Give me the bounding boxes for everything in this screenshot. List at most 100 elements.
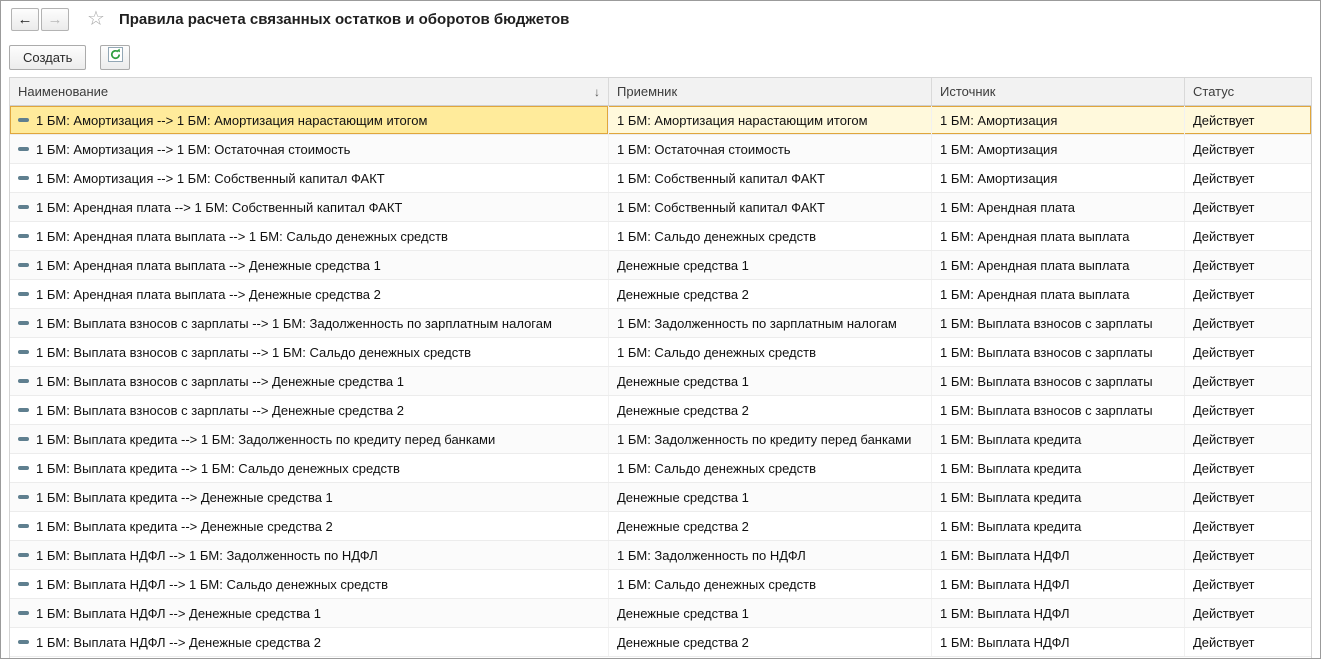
cell-name[interactable]: 1 БМ: Арендная плата выплата --> Денежны… [10, 280, 609, 308]
table-row[interactable]: 1 БМ: Выплата кредита --> Денежные средс… [10, 512, 1311, 541]
cell-receiver[interactable]: 1 БМ: Задолженность по зарплатным налога… [609, 309, 932, 337]
table-row[interactable]: 1 БМ: Амортизация --> 1 БМ: Собственный … [10, 164, 1311, 193]
column-header-status[interactable]: Статус [1185, 78, 1311, 105]
cell-status[interactable]: Действует [1185, 135, 1311, 163]
cell-name[interactable]: 1 БМ: Амортизация --> 1 БМ: Собственный … [10, 164, 609, 192]
cell-status[interactable]: Действует [1185, 512, 1311, 540]
cell-receiver[interactable]: 1 БМ: Амортизация нарастающим итогом [609, 106, 932, 134]
cell-name[interactable]: 1 БМ: Амортизация --> 1 БМ: Остаточная с… [10, 135, 609, 163]
table-row[interactable]: 1 БМ: Выплата кредита --> Денежные средс… [10, 483, 1311, 512]
cell-name[interactable]: 1 БМ: Выплата НДФЛ --> Денежные средства… [10, 628, 609, 656]
cell-source[interactable]: 1 БМ: Выплата НДФЛ [932, 599, 1185, 627]
column-header-source[interactable]: Источник [932, 78, 1185, 105]
favorite-star-icon[interactable]: ☆ [87, 9, 105, 29]
cell-source[interactable]: 1 БМ: Выплата НДФЛ [932, 541, 1185, 569]
cell-status[interactable]: Действует [1185, 222, 1311, 250]
table-row[interactable]: 1 БМ: Выплата НДФЛ --> Денежные средства… [10, 628, 1311, 657]
cell-source[interactable]: 1 БМ: Арендная плата [932, 193, 1185, 221]
table-row[interactable]: 1 БМ: Арендная плата --> 1 БМ: Собственн… [10, 193, 1311, 222]
cell-status[interactable]: Действует [1185, 309, 1311, 337]
cell-source[interactable]: 1 БМ: Выплата взносов с зарплаты [932, 309, 1185, 337]
cell-receiver[interactable]: 1 БМ: Остаточная стоимость [609, 135, 932, 163]
cell-status[interactable]: Действует [1185, 251, 1311, 279]
cell-status[interactable]: Действует [1185, 367, 1311, 395]
cell-status[interactable]: Действует [1185, 628, 1311, 656]
table-row[interactable]: 1 БМ: Амортизация --> 1 БМ: Амортизация … [10, 106, 1311, 135]
cell-receiver[interactable]: Денежные средства 1 [609, 251, 932, 279]
cell-name[interactable]: 1 БМ: Арендная плата выплата --> Денежны… [10, 251, 609, 279]
cell-source[interactable]: 1 БМ: Выплата кредита [932, 512, 1185, 540]
table-row[interactable]: 1 БМ: Арендная плата выплата --> Денежны… [10, 280, 1311, 309]
cell-status[interactable]: Действует [1185, 570, 1311, 598]
cell-status[interactable]: Действует [1185, 599, 1311, 627]
table-row[interactable]: 1 БМ: Выплата кредита --> 1 БМ: Задолжен… [10, 425, 1311, 454]
table-row[interactable]: 1 БМ: Выплата НДФЛ --> 1 БМ: Сальдо дене… [10, 570, 1311, 599]
cell-receiver[interactable]: 1 БМ: Сальдо денежных средств [609, 222, 932, 250]
table-row[interactable]: 1 БМ: Выплата взносов с зарплаты --> Ден… [10, 367, 1311, 396]
cell-name[interactable]: 1 БМ: Выплата взносов с зарплаты --> Ден… [10, 367, 609, 395]
cell-name[interactable]: 1 БМ: Выплата кредита --> 1 БМ: Задолжен… [10, 425, 609, 453]
cell-name[interactable]: 1 БМ: Амортизация --> 1 БМ: Амортизация … [10, 106, 609, 134]
table-row[interactable]: 1 БМ: Амортизация --> 1 БМ: Остаточная с… [10, 135, 1311, 164]
cell-receiver[interactable]: 1 БМ: Собственный капитал ФАКТ [609, 164, 932, 192]
cell-name[interactable]: 1 БМ: Выплата кредита --> Денежные средс… [10, 512, 609, 540]
column-header-receiver[interactable]: Приемник [609, 78, 932, 105]
cell-receiver[interactable]: Денежные средства 2 [609, 512, 932, 540]
cell-receiver[interactable]: Денежные средства 1 [609, 367, 932, 395]
cell-source[interactable]: 1 БМ: Выплата кредита [932, 454, 1185, 482]
cell-name[interactable]: 1 БМ: Выплата НДФЛ --> 1 БМ: Задолженнос… [10, 541, 609, 569]
cell-status[interactable]: Действует [1185, 106, 1311, 134]
cell-source[interactable]: 1 БМ: Арендная плата выплата [932, 251, 1185, 279]
table-row[interactable]: 1 БМ: Арендная плата выплата --> Денежны… [10, 251, 1311, 280]
cell-receiver[interactable]: 1 БМ: Сальдо денежных средств [609, 570, 932, 598]
cell-source[interactable]: 1 БМ: Выплата кредита [932, 483, 1185, 511]
table-row[interactable]: 1 БМ: Выплата взносов с зарплаты --> 1 Б… [10, 309, 1311, 338]
cell-receiver[interactable]: 1 БМ: Собственный капитал ФАКТ [609, 193, 932, 221]
cell-name[interactable]: 1 БМ: Выплата кредита --> 1 БМ: Сальдо д… [10, 454, 609, 482]
cell-source[interactable]: 1 БМ: Выплата НДФЛ [932, 570, 1185, 598]
cell-source[interactable]: 1 БМ: Выплата кредита [932, 425, 1185, 453]
cell-receiver[interactable]: Денежные средства 2 [609, 396, 932, 424]
cell-receiver[interactable]: 1 БМ: Сальдо денежных средств [609, 338, 932, 366]
cell-source[interactable]: 1 БМ: Выплата взносов с зарплаты [932, 396, 1185, 424]
cell-name[interactable]: 1 БМ: Выплата взносов с зарплаты --> 1 Б… [10, 309, 609, 337]
column-header-name[interactable]: Наименование ↓ [10, 78, 609, 105]
cell-status[interactable]: Действует [1185, 193, 1311, 221]
back-button[interactable]: ← [11, 8, 39, 31]
forward-button[interactable]: → [41, 8, 69, 31]
cell-name[interactable]: 1 БМ: Арендная плата выплата --> 1 БМ: С… [10, 222, 609, 250]
cell-status[interactable]: Действует [1185, 164, 1311, 192]
refresh-list-button[interactable] [100, 45, 130, 70]
cell-name[interactable]: 1 БМ: Выплата НДФЛ --> 1 БМ: Сальдо дене… [10, 570, 609, 598]
cell-name[interactable]: 1 БМ: Выплата НДФЛ --> Денежные средства… [10, 599, 609, 627]
cell-name[interactable]: 1 БМ: Арендная плата --> 1 БМ: Собственн… [10, 193, 609, 221]
cell-source[interactable]: 1 БМ: Арендная плата выплата [932, 280, 1185, 308]
cell-source[interactable]: 1 БМ: Выплата НДФЛ [932, 628, 1185, 656]
table-row[interactable]: 1 БМ: Арендная плата выплата --> 1 БМ: С… [10, 222, 1311, 251]
table-row[interactable]: 1 БМ: Выплата кредита --> 1 БМ: Сальдо д… [10, 454, 1311, 483]
cell-source[interactable]: 1 БМ: Выплата взносов с зарплаты [932, 367, 1185, 395]
cell-status[interactable]: Действует [1185, 483, 1311, 511]
cell-status[interactable]: Действует [1185, 338, 1311, 366]
table-row[interactable]: 1 БМ: Выплата взносов с зарплаты --> Ден… [10, 396, 1311, 425]
cell-name[interactable]: 1 БМ: Выплата кредита --> Денежные средс… [10, 483, 609, 511]
cell-status[interactable]: Действует [1185, 280, 1311, 308]
table-row[interactable]: 1 БМ: Выплата НДФЛ --> 1 БМ: Задолженнос… [10, 541, 1311, 570]
cell-receiver[interactable]: Денежные средства 2 [609, 628, 932, 656]
cell-receiver[interactable]: Денежные средства 1 [609, 483, 932, 511]
cell-receiver[interactable]: Денежные средства 1 [609, 599, 932, 627]
table-row[interactable]: 1 БМ: Выплата взносов с зарплаты --> 1 Б… [10, 338, 1311, 367]
cell-receiver[interactable]: 1 БМ: Задолженность по НДФЛ [609, 541, 932, 569]
cell-source[interactable]: 1 БМ: Арендная плата выплата [932, 222, 1185, 250]
cell-status[interactable]: Действует [1185, 425, 1311, 453]
cell-source[interactable]: 1 БМ: Амортизация [932, 135, 1185, 163]
cell-name[interactable]: 1 БМ: Выплата взносов с зарплаты --> 1 Б… [10, 338, 609, 366]
cell-receiver[interactable]: Денежные средства 2 [609, 280, 932, 308]
create-button[interactable]: Создать [9, 45, 86, 70]
cell-source[interactable]: 1 БМ: Амортизация [932, 106, 1185, 134]
cell-receiver[interactable]: 1 БМ: Задолженность по кредиту перед бан… [609, 425, 932, 453]
cell-source[interactable]: 1 БМ: Выплата взносов с зарплаты [932, 338, 1185, 366]
cell-name[interactable]: 1 БМ: Выплата взносов с зарплаты --> Ден… [10, 396, 609, 424]
cell-status[interactable]: Действует [1185, 454, 1311, 482]
cell-status[interactable]: Действует [1185, 541, 1311, 569]
